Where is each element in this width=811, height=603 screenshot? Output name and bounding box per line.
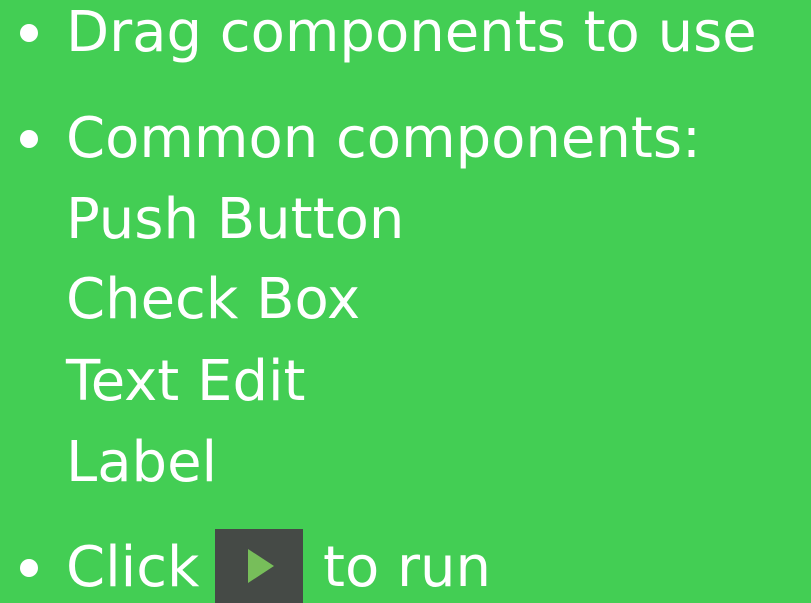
component-check-box: Check Box <box>66 267 361 332</box>
run-instruction-prefix: Click <box>66 535 200 600</box>
bullet-dot <box>20 559 38 577</box>
component-push-button: Push Button <box>66 187 405 252</box>
component-label: Label <box>66 430 218 495</box>
bullet-dot <box>20 24 38 42</box>
play-triangle-icon <box>248 549 274 583</box>
run-instruction-suffix: to run <box>323 535 492 600</box>
bullet-text: Drag components to use <box>66 0 757 65</box>
component-text-edit: Text Edit <box>66 349 306 414</box>
run-button[interactable] <box>215 529 303 603</box>
bullet-text: Common components: <box>66 106 701 171</box>
slide: Drag components to use Common components… <box>0 0 811 603</box>
bullet-dot <box>20 130 38 148</box>
